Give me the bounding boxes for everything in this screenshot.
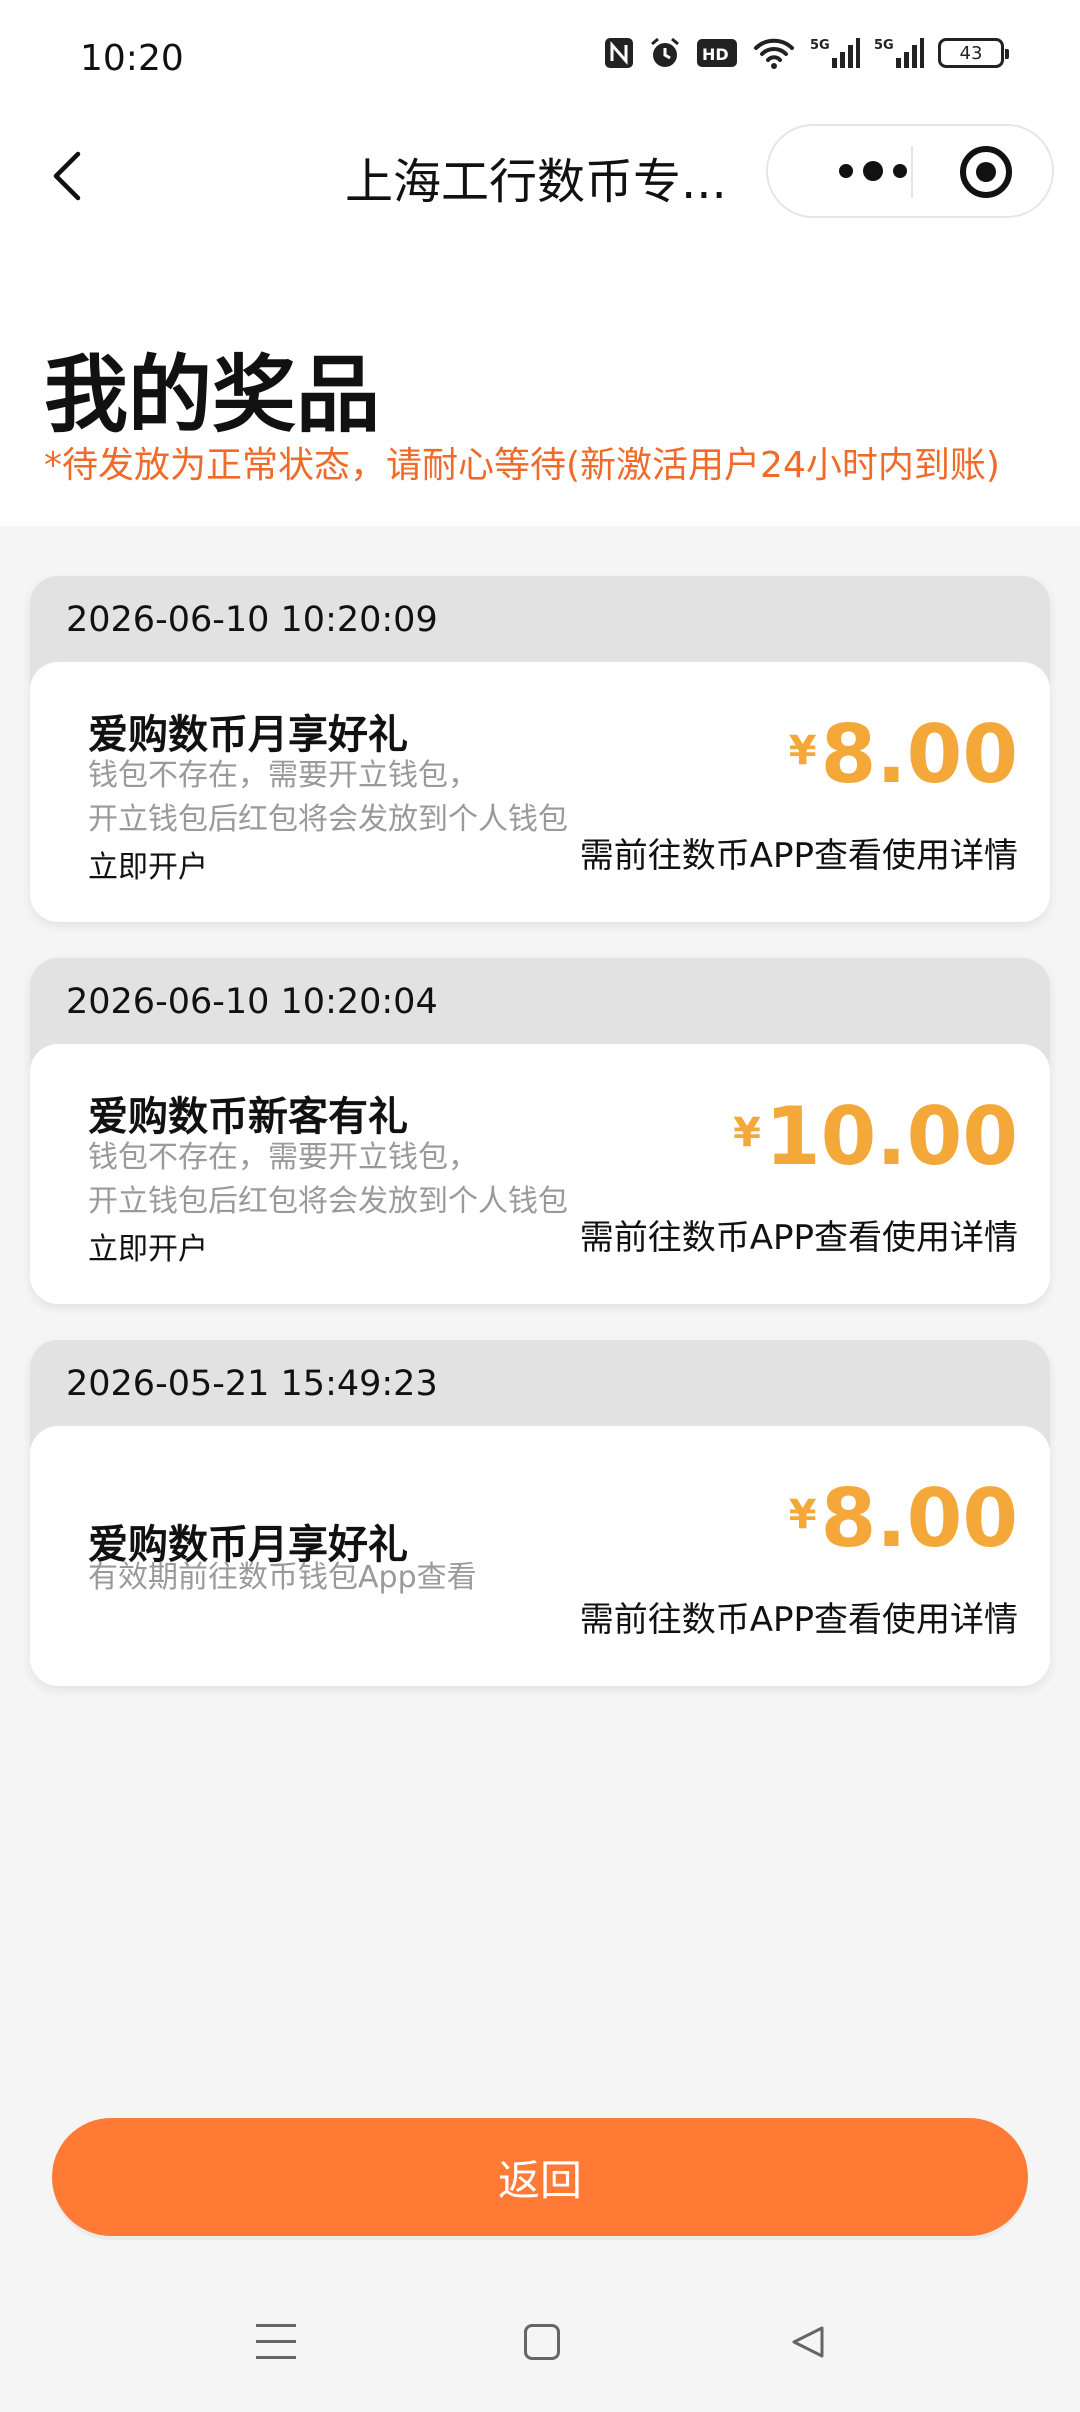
prize-amount-value: 8.00: [820, 708, 1018, 801]
prize-desc-line2: 开立钱包后红包将会发放到个人钱包: [88, 1184, 568, 1219]
system-navigation-bar: [0, 2290, 1080, 2412]
close-target-icon[interactable]: [960, 146, 1012, 198]
prize-desc-line1: 有效期前往数币钱包App查看: [88, 1560, 477, 1595]
prize-detail-hint: 需前往数币APP查看使用详情: [579, 836, 1018, 876]
svg-text:5G: 5G: [810, 38, 830, 53]
mini-program-capsule: [766, 124, 1054, 218]
currency-symbol: ¥: [733, 1110, 761, 1156]
prize-card-body[interactable]: 爱购数币月享好礼 钱包不存在，需要开立钱包， 开立钱包后红包将会发放到个人钱包 …: [30, 662, 1050, 922]
status-bar: 10:20 HD 5G 5G 43: [0, 0, 1080, 120]
more-menu-button[interactable]: [808, 126, 938, 216]
prize-desc-line1: 钱包不存在，需要开立钱包，: [88, 758, 478, 793]
prize-name: 爱购数币月享好礼: [88, 712, 408, 758]
prize-amount-value: 10.00: [764, 1090, 1018, 1183]
currency-symbol: ¥: [788, 728, 817, 774]
capsule-divider: [911, 146, 913, 198]
prize-amount: ¥8.00: [789, 708, 1018, 801]
prize-timestamp: 2026-05-21 15:49:23: [66, 1364, 438, 1404]
prize-timestamp: 2026-06-10 10:20:09: [66, 600, 438, 640]
prize-name: 爱购数币新客有礼: [88, 1094, 408, 1140]
recent-apps-icon[interactable]: [256, 2324, 296, 2364]
currency-symbol: ¥: [788, 1492, 817, 1538]
5g-signal-icon: 5G: [810, 38, 860, 68]
battery-icon: 43: [938, 38, 1009, 68]
svg-text:HD: HD: [702, 45, 729, 64]
prize-amount-value: 8.00: [820, 1472, 1018, 1565]
notice-text: *待发放为正常状态，请耐心等待(新激活用户24小时内到账): [44, 445, 1000, 486]
open-account-link[interactable]: 立即开户: [88, 842, 208, 886]
system-back-icon[interactable]: [788, 2322, 828, 2362]
nav-title: 上海工行数币专...: [345, 154, 727, 210]
back-arrow-icon[interactable]: [40, 146, 100, 206]
prize-card: 2026-06-10 10:20:04 爱购数币新客有礼 钱包不存在，需要开立钱…: [30, 958, 1050, 1304]
alarm-icon: [651, 37, 679, 67]
status-time: 10:20: [80, 38, 184, 79]
prize-card: 2026-06-10 10:20:09 爱购数币月享好礼 钱包不存在，需要开立钱…: [30, 576, 1050, 922]
home-icon[interactable]: [524, 2324, 560, 2360]
prize-timestamp: 2026-06-10 10:20:04: [66, 982, 438, 1022]
prize-amount: ¥8.00: [789, 1472, 1018, 1565]
return-button[interactable]: 返回: [52, 2118, 1028, 2236]
nav-bar: 上海工行数币专...: [0, 120, 1080, 230]
nfc-icon: [605, 38, 633, 68]
battery-level: 43: [959, 42, 983, 64]
page-header: 我的奖品 *待发放为正常状态，请耐心等待(新激活用户24小时内到账): [0, 230, 1080, 526]
wifi-icon: [754, 38, 794, 69]
prize-card-body[interactable]: 爱购数币月享好礼 有效期前往数币钱包App查看 ¥8.00 需前往数币APP查看…: [30, 1426, 1050, 1686]
5g-signal-icon: 5G: [874, 38, 924, 68]
open-account-link[interactable]: 立即开户: [88, 1224, 208, 1268]
hd-icon: HD: [697, 39, 737, 67]
status-icons: HD 5G 5G 43: [604, 36, 1009, 70]
prize-card-body[interactable]: 爱购数币新客有礼 钱包不存在，需要开立钱包， 开立钱包后红包将会发放到个人钱包 …: [30, 1044, 1050, 1304]
svg-text:5G: 5G: [874, 38, 894, 53]
prize-desc-line2: 开立钱包后红包将会发放到个人钱包: [88, 802, 568, 837]
prize-detail-hint: 需前往数币APP查看使用详情: [579, 1218, 1018, 1258]
prize-card: 2026-05-21 15:49:23 爱购数币月享好礼 有效期前往数币钱包Ap…: [30, 1340, 1050, 1686]
page-title: 我的奖品: [44, 346, 381, 444]
prize-desc-line1: 钱包不存在，需要开立钱包，: [88, 1140, 478, 1175]
prize-detail-hint: 需前往数币APP查看使用详情: [579, 1600, 1018, 1640]
prize-amount: ¥10.00: [733, 1090, 1018, 1183]
